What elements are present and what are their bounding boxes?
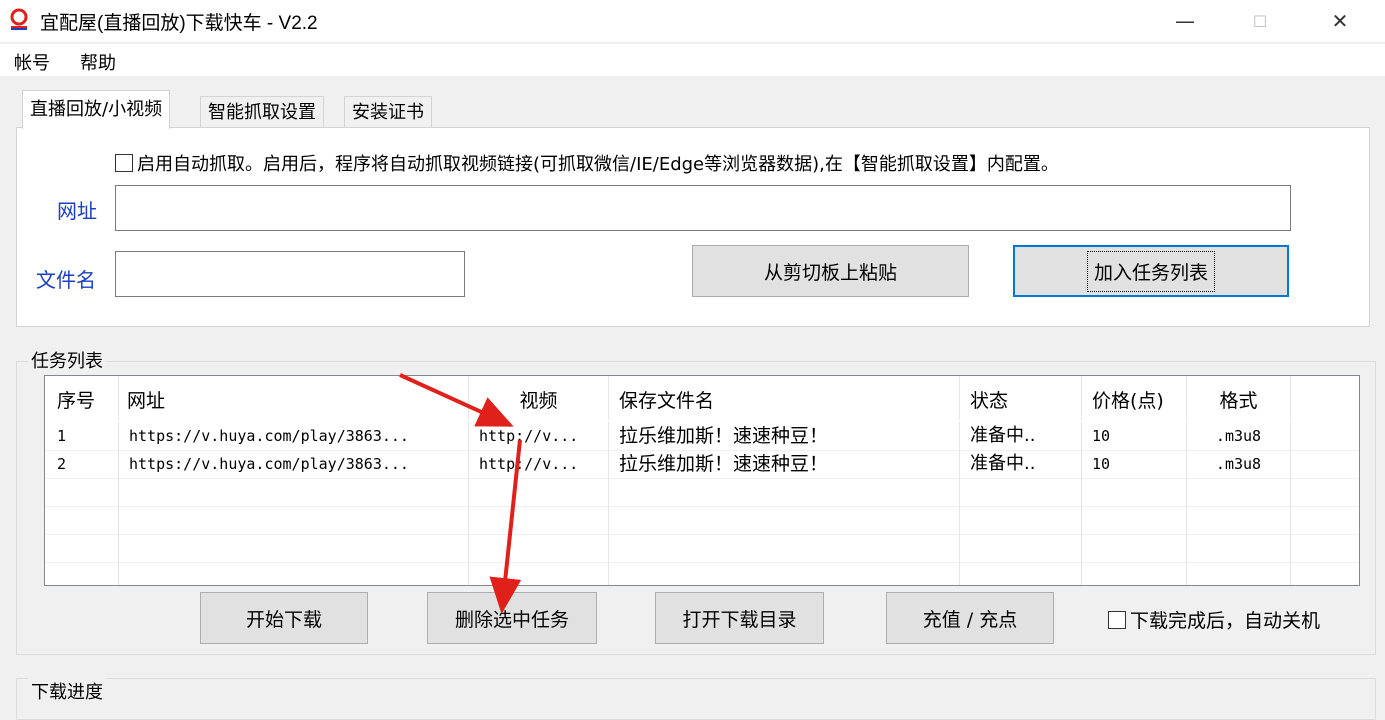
auto-capture-checkbox[interactable]: 启用自动抓取。启用后，程序将自动抓取视频链接(可抓取微信/IE/Edge等浏览器… bbox=[115, 150, 1059, 176]
cell-price: 10 bbox=[1082, 422, 1187, 450]
task-list-title: 任务列表 bbox=[28, 347, 106, 373]
app-logo-icon bbox=[10, 8, 28, 30]
tab-panel-live-replay: 启用自动抓取。启用后，程序将自动抓取视频链接(可抓取微信/IE/Edge等浏览器… bbox=[16, 127, 1370, 327]
auto-shutdown-label: 下载完成后，自动关机 bbox=[1130, 610, 1321, 632]
auto-capture-label: 启用自动抓取。启用后，程序将自动抓取视频链接(可抓取微信/IE/Edge等浏览器… bbox=[137, 154, 1059, 175]
cell-format: .m3u8 bbox=[1187, 450, 1291, 478]
column-header-status[interactable]: 状态 bbox=[960, 376, 1082, 420]
column-header-index[interactable]: 序号 bbox=[45, 376, 119, 420]
open-dir-label: 打开下载目录 bbox=[682, 608, 797, 631]
filename-input[interactable] bbox=[115, 251, 465, 297]
url-input[interactable] bbox=[115, 185, 1291, 231]
empty-row bbox=[45, 534, 1359, 563]
title-bar: 宜配屋(直播回放)下载快车 - V2.2 — ☐ ✕ bbox=[0, 0, 1385, 42]
empty-row bbox=[45, 506, 1359, 535]
url-label: 网址 bbox=[57, 199, 97, 223]
delete-selected-label: 删除选中任务 bbox=[454, 608, 569, 631]
start-download-label: 开始下载 bbox=[245, 608, 322, 631]
column-header-video[interactable]: 视频 bbox=[469, 376, 609, 420]
empty-row bbox=[45, 478, 1359, 507]
table-row[interactable]: 2 https://v.huya.com/play/3863... http:/… bbox=[45, 450, 1359, 479]
cell-url: https://v.huya.com/play/3863... bbox=[119, 422, 469, 450]
delete-selected-task-button[interactable]: 删除选中任务 bbox=[427, 592, 597, 644]
paste-from-clipboard-button[interactable]: 从剪切板上粘贴 bbox=[692, 245, 969, 297]
start-download-button[interactable]: 开始下载 bbox=[200, 592, 368, 644]
table-header: 序号 网址 视频 保存文件名 状态 价格(点) 格式 bbox=[45, 376, 1359, 420]
add-button-label: 加入任务列表 bbox=[1086, 250, 1216, 292]
table-row[interactable]: 1 https://v.huya.com/play/3863... http:/… bbox=[45, 422, 1359, 451]
cell-url: https://v.huya.com/play/3863... bbox=[119, 450, 469, 478]
window-title: 宜配屋(直播回放)下载快车 - V2.2 bbox=[40, 13, 318, 34]
recharge-button[interactable]: 充值 / 充点 bbox=[886, 592, 1054, 644]
add-to-task-list-button[interactable]: 加入任务列表 bbox=[1013, 245, 1289, 297]
filename-label: 文件名 bbox=[36, 268, 96, 292]
open-download-folder-button[interactable]: 打开下载目录 bbox=[655, 592, 824, 644]
cell-price: 10 bbox=[1082, 450, 1187, 478]
cell-index: 1 bbox=[45, 422, 119, 450]
checkbox-icon[interactable] bbox=[1108, 611, 1126, 629]
minimize-button[interactable]: — bbox=[1150, 0, 1220, 42]
column-header-filename[interactable]: 保存文件名 bbox=[609, 376, 960, 420]
tab-install-cert[interactable]: 安装证书 bbox=[344, 96, 432, 129]
progress-section-title: 下载进度 bbox=[28, 678, 106, 704]
tab-smart-capture[interactable]: 智能抓取设置 bbox=[200, 96, 324, 129]
cell-index: 2 bbox=[45, 450, 119, 478]
cell-filename: 拉乐维加斯！速速种豆！ bbox=[609, 422, 960, 450]
menu-account[interactable]: 帐号 bbox=[14, 49, 50, 75]
menu-help[interactable]: 帮助 bbox=[80, 49, 116, 75]
cell-format: .m3u8 bbox=[1187, 422, 1291, 450]
checkbox-icon[interactable] bbox=[115, 154, 133, 172]
cell-video: http://v... bbox=[469, 422, 609, 450]
column-header-price[interactable]: 价格(点) bbox=[1082, 376, 1187, 420]
cell-status: 准备中.. bbox=[960, 422, 1082, 450]
cell-filename: 拉乐维加斯！速速种豆！ bbox=[609, 450, 960, 478]
progress-group bbox=[16, 678, 1376, 720]
task-table[interactable]: 序号 网址 视频 保存文件名 状态 价格(点) 格式 1 https://v.h… bbox=[44, 375, 1360, 586]
column-header-format[interactable]: 格式 bbox=[1187, 376, 1291, 420]
menu-bar: 帐号 帮助 bbox=[0, 44, 1385, 77]
close-button[interactable]: ✕ bbox=[1305, 0, 1375, 42]
auto-shutdown-checkbox[interactable]: 下载完成后，自动关机 bbox=[1108, 606, 1320, 633]
empty-row bbox=[45, 562, 1359, 585]
cell-video: http://v... bbox=[469, 450, 609, 478]
cell-status: 准备中.. bbox=[960, 450, 1082, 478]
column-header-url[interactable]: 网址 bbox=[119, 376, 469, 420]
maximize-button[interactable]: ☐ bbox=[1225, 0, 1295, 42]
tab-live-replay[interactable]: 直播回放/小视频 bbox=[22, 90, 171, 129]
recharge-label: 充值 / 充点 bbox=[922, 608, 1018, 631]
paste-button-label: 从剪切板上粘贴 bbox=[763, 261, 897, 284]
